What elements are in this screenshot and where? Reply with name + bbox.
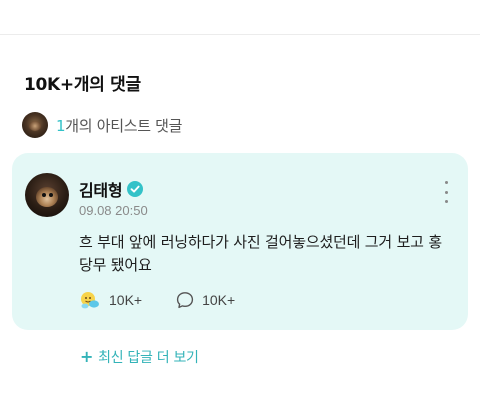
reaction-emoji-icon: [81, 292, 99, 309]
speech-bubble-icon: [176, 292, 194, 309]
more-vertical-icon[interactable]: [440, 181, 452, 203]
verified-badge-icon: [127, 181, 144, 197]
top-divider: [0, 34, 480, 35]
avatar-eye-left: [42, 193, 46, 197]
like-count: 10K+: [109, 292, 143, 308]
artist-comments-count: 1: [56, 116, 66, 135]
author-avatar[interactable]: [25, 173, 69, 217]
author-line: 김태형: [79, 177, 144, 201]
reaction-row: 10K+ 10K+: [79, 289, 235, 311]
artist-avatar: [22, 112, 48, 138]
more-dot: [444, 200, 448, 203]
comment-timestamp: 09.08 20:50: [79, 203, 148, 218]
plus-icon: +: [80, 347, 94, 366]
comments-count-title: 10K+개의 댓글: [24, 75, 141, 95]
comment-body: 흐 부대 앞에 러닝하다가 사진 걸어놓으셨던데 그거 보고 홍당무 됐어요: [79, 233, 442, 274]
artist-comments-text: 개의 아티스트 댓글: [65, 116, 183, 135]
artist-comments-label: 1개의 아티스트 댓글: [56, 115, 182, 136]
avatar-eye-right: [49, 193, 53, 197]
artist-comments-filter[interactable]: 1개의 아티스트 댓글: [22, 112, 182, 138]
artist-comment-card: 김태형 09.08 20:50 흐 부대 앞에 러닝하다가 사진 걸어놓으셨던데…: [12, 153, 468, 330]
more-replies-label: 최신 답글 더 보기: [98, 350, 199, 366]
author-name[interactable]: 김태형: [79, 177, 123, 201]
more-dot: [444, 181, 448, 184]
avatar-face: [36, 187, 58, 207]
more-dot: [444, 190, 448, 194]
more-replies-button[interactable]: + 최신 답글 더 보기: [80, 347, 199, 367]
like-button[interactable]: 10K+: [79, 289, 142, 311]
reply-button[interactable]: 10K+: [176, 291, 235, 309]
reply-count: 10K+: [202, 292, 236, 308]
